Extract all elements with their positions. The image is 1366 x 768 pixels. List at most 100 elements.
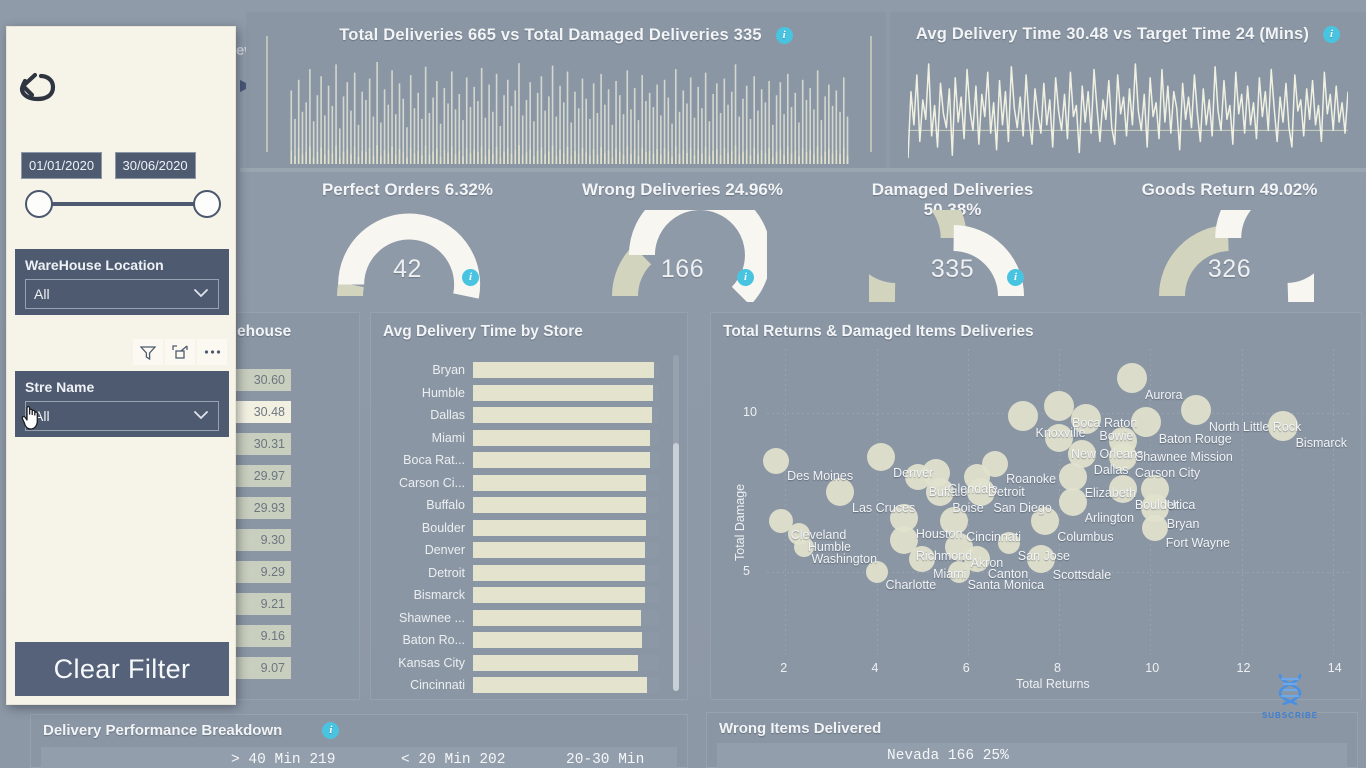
- scatter-bubble[interactable]: [1180, 394, 1211, 425]
- gauge-perfect-orders[interactable]: Perfect Orders 6.32% 42 i: [300, 180, 515, 299]
- gauge-goods-return[interactable]: Goods Return 49.02% 326: [1122, 167, 1357, 309]
- info-icon[interactable]: i: [322, 722, 340, 739]
- info-icon[interactable]: i: [737, 269, 754, 286]
- scatter-point-label: San Diego: [993, 501, 1052, 516]
- total-returns-damaged-panel[interactable]: Total Returns & Damaged Items Deliveries…: [710, 312, 1362, 700]
- scatter-point-label: Fort Wayne: [1165, 535, 1230, 550]
- gauge-damaged-deliveries[interactable]: Damaged Deliveries 50.38% 335 i: [824, 167, 1060, 309]
- slider-handle-right[interactable]: [193, 190, 221, 218]
- info-icon[interactable]: i: [1007, 269, 1024, 286]
- wrong-items-row[interactable]: Nevada 166 25%: [717, 743, 1347, 768]
- store-bar-label: Dallas: [430, 408, 465, 422]
- wrong-items-delivered-panel[interactable]: Wrong Items Delivered Nevada 166 25%: [706, 712, 1358, 768]
- store-bar-track: [473, 452, 659, 468]
- avg-delivery-time-by-store-panel[interactable]: Avg Delivery Time by Store Bryan Humble …: [370, 312, 688, 700]
- store-bar-track: [473, 677, 659, 693]
- card-title: Total Deliveries 665 vs Total Damaged De…: [246, 26, 886, 45]
- store-bar-row[interactable]: Carson Ci...: [379, 474, 661, 492]
- avg-delivery-time-card[interactable]: Avg Delivery Time 30.48 vs Target Time 2…: [890, 12, 1366, 168]
- warehouse-value-cell[interactable]: 30.60: [235, 369, 291, 391]
- store-bar-row[interactable]: Bismarck: [379, 586, 661, 604]
- scatter-bubble[interactable]: [1007, 400, 1038, 431]
- scatter-point-label: Detroit: [987, 484, 1025, 499]
- wrong-items-cell[interactable]: Nevada 166 25%: [887, 743, 1009, 768]
- chevron-down-icon[interactable]: [194, 289, 208, 297]
- clear-filter-button[interactable]: Clear Filter: [15, 642, 229, 696]
- store-bar-row[interactable]: Detroit: [379, 564, 661, 582]
- warehouse-value-cell[interactable]: 9.21: [235, 593, 291, 615]
- warehouse-value-cell[interactable]: 9.16: [235, 625, 291, 647]
- x-axis-tick: 14: [1327, 661, 1342, 675]
- store-bar-row[interactable]: Baton Ro...: [379, 631, 661, 649]
- warehouse-value-cell[interactable]: 9.30: [235, 529, 291, 551]
- filter-icon[interactable]: [133, 339, 163, 365]
- store-bar-row[interactable]: Buffalo: [379, 496, 661, 514]
- store-name-slicer[interactable]: Stre Name All: [15, 371, 229, 437]
- breakdown-row[interactable]: > 40 Min 219 < 20 Min 202 20-30 Min 129: [41, 747, 677, 768]
- x-axis-tick: 8: [1054, 661, 1061, 675]
- warehouse-value-cell[interactable]: 30.31: [235, 433, 291, 455]
- warehouse-value-cell[interactable]: 9.07: [235, 657, 291, 679]
- store-bar-row[interactable]: Denver: [379, 541, 661, 559]
- chevron-down-icon[interactable]: [194, 411, 208, 419]
- scatter-bubble[interactable]: [1044, 391, 1074, 422]
- store-bar-label: Humble: [421, 385, 465, 400]
- warehouse-dropdown-value: All: [34, 286, 50, 302]
- store-bar-list: Bryan Humble Dallas Miami Boca Rat... Ca…: [379, 361, 661, 693]
- store-bar-fill: [473, 497, 646, 513]
- warehouse-value-cell[interactable]: 30.48: [235, 401, 291, 423]
- scatter-bubble[interactable]: [763, 447, 790, 474]
- warehouse-dropdown[interactable]: All: [25, 279, 219, 309]
- store-bar-row[interactable]: Boca Rat...: [379, 451, 661, 469]
- focus-mode-icon[interactable]: [165, 339, 195, 365]
- slicer-empty-list-area[interactable]: [15, 447, 229, 670]
- scatter-bubble[interactable]: [867, 443, 896, 472]
- store-bar-row[interactable]: Miami: [379, 429, 661, 447]
- warehouse-value-cell[interactable]: 29.93: [235, 497, 291, 519]
- info-icon[interactable]: i: [775, 27, 793, 44]
- vertical-scrollbar[interactable]: [673, 355, 679, 691]
- slicer-label: WareHouse Location: [25, 257, 164, 273]
- scatter-plot-area[interactable]: Aurora North Little Rock Boca Raton Bowie Ba…: [743, 349, 1351, 675]
- warehouse-location-slicer[interactable]: WareHouse Location All: [15, 249, 229, 315]
- store-bar-row[interactable]: Kansas City: [379, 654, 661, 672]
- store-bar-row[interactable]: Cincinnati: [379, 676, 661, 694]
- store-dropdown[interactable]: All: [25, 401, 219, 431]
- info-icon[interactable]: i: [1323, 26, 1341, 43]
- warehouse-value-cell[interactable]: 9.29: [235, 561, 291, 583]
- breakdown-cell[interactable]: > 40 Min 219: [231, 747, 335, 768]
- store-bar-row[interactable]: Humble: [379, 384, 661, 402]
- visual-header-icons[interactable]: [133, 339, 227, 365]
- scatter-point-label: Denver: [893, 466, 934, 481]
- back-arrow-icon[interactable]: [19, 71, 67, 117]
- store-bar-row[interactable]: Shawnee ...: [379, 609, 661, 627]
- store-bar-row[interactable]: Dallas: [379, 406, 661, 424]
- store-bar-track: [473, 632, 659, 648]
- date-range-slider[interactable]: [25, 187, 221, 221]
- slider-handle-left[interactable]: [25, 190, 53, 218]
- filter-flyout-panel[interactable]: 01/01/2020 30/06/2020 WareHouse Location…: [6, 26, 236, 705]
- breakdown-cell[interactable]: 20-30 Min 129: [566, 747, 677, 768]
- scrollbar-thumb[interactable]: [673, 443, 679, 691]
- scatter-bubble[interactable]: [1117, 362, 1147, 393]
- scatter-bubble[interactable]: [1058, 488, 1087, 516]
- x-axis-tick: 6: [962, 661, 970, 675]
- gauge-wrong-deliveries[interactable]: Wrong Deliveries 24.96% 166 i: [575, 180, 790, 306]
- store-bar-row[interactable]: Bryan: [379, 361, 661, 379]
- breakdown-cell[interactable]: < 20 Min 202: [401, 747, 505, 768]
- warehouse-value-cell[interactable]: 29.97: [235, 465, 291, 487]
- scatter-bubble[interactable]: [1058, 462, 1087, 491]
- scatter-bubble[interactable]: [1141, 514, 1168, 541]
- y-axis-tick: 10: [743, 404, 757, 419]
- scatter-point-label: Las Cruces: [852, 501, 916, 516]
- date-to-field[interactable]: 30/06/2020: [114, 152, 196, 179]
- delivery-performance-breakdown-panel[interactable]: Delivery Performance Breakdown i > 40 Mi…: [30, 714, 688, 768]
- scatter-point-label: Elizabeth: [1084, 485, 1137, 500]
- info-icon[interactable]: i: [462, 269, 479, 286]
- scatter-point-label: Santa Monica: [967, 578, 1045, 593]
- subscribe-label: SUBSCRIBE: [1261, 711, 1319, 720]
- total-deliveries-card[interactable]: Total Deliveries 665 vs Total Damaged De…: [246, 12, 886, 168]
- store-bar-row[interactable]: Boulder: [379, 519, 661, 537]
- date-from-field[interactable]: 01/01/2020: [21, 152, 103, 179]
- more-options-icon[interactable]: [197, 339, 227, 365]
